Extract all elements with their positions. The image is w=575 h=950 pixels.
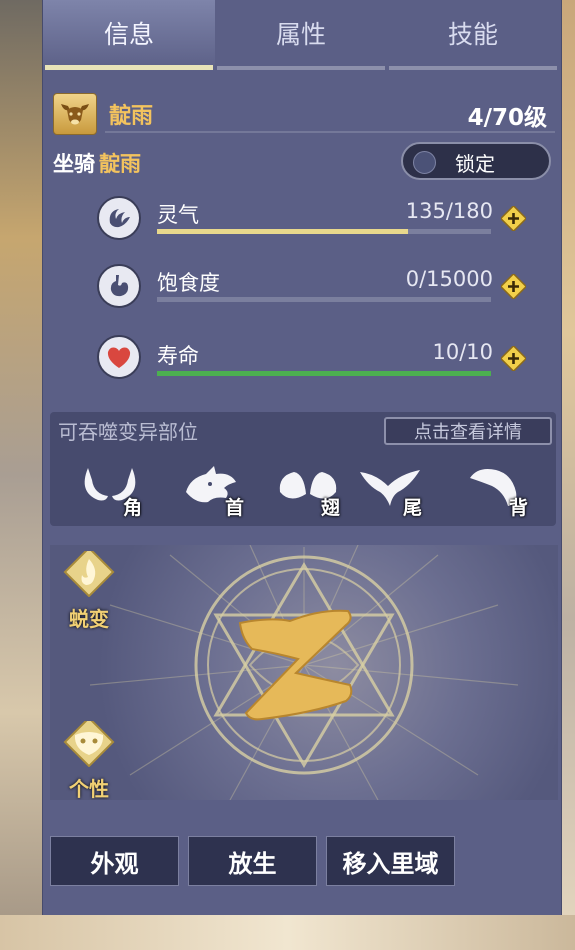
stat-lifespan-bar bbox=[157, 371, 491, 376]
add-spirit-button[interactable] bbox=[501, 206, 526, 231]
mount-row: 坐骑 靛雨 bbox=[53, 148, 141, 178]
part-horns[interactable]: 角 bbox=[78, 464, 148, 522]
tab-info-underline bbox=[45, 65, 213, 70]
header-divider bbox=[105, 131, 555, 133]
background-sky-left bbox=[0, 0, 42, 950]
personality-label: 个性 bbox=[69, 777, 109, 800]
tab-skills-label: 技能 bbox=[447, 20, 498, 49]
metamorph-display: 蜕变 个性 bbox=[50, 545, 558, 800]
stat-lifespan-label: 寿命 bbox=[157, 344, 199, 368]
tab-info[interactable]: 信息 bbox=[43, 0, 215, 72]
part-head[interactable]: 首 bbox=[180, 464, 250, 522]
tab-skills-underline bbox=[389, 66, 557, 70]
appearance-button[interactable]: 外观 bbox=[50, 836, 179, 886]
toggle-knob bbox=[413, 151, 436, 174]
bull-head-icon bbox=[53, 93, 97, 135]
part-wings[interactable]: 翅 bbox=[276, 464, 346, 522]
pet-name: 靛雨 bbox=[109, 104, 154, 129]
tab-bar: 信息 属性 技能 bbox=[43, 0, 561, 72]
part-head-label: 首 bbox=[224, 497, 244, 519]
stat-spirit-value: 135/180 bbox=[405, 199, 493, 223]
part-back[interactable]: 背 bbox=[464, 464, 534, 522]
metamorph-button[interactable]: 蜕变 bbox=[58, 546, 120, 632]
pet-info-panel: 信息 属性 技能 靛雨 4/70级 坐骑 靛雨 锁定 灵气 135/180 饱食… bbox=[42, 0, 562, 915]
personality-button[interactable]: 个性 bbox=[58, 716, 120, 800]
part-wings-label: 翅 bbox=[320, 497, 340, 519]
part-tail[interactable]: 尾 bbox=[358, 464, 428, 522]
mutation-parts-panel: 可吞噬变异部位 点击查看详情 角 首 翅 尾 背 bbox=[50, 412, 556, 526]
lock-toggle-label: 锁定 bbox=[455, 152, 495, 176]
mask-icon bbox=[63, 716, 115, 768]
pet-level: 4/70级 bbox=[467, 105, 547, 131]
metamorph-label: 蜕变 bbox=[69, 607, 109, 631]
move-to-inner-realm-button[interactable]: 移入里域 bbox=[326, 836, 455, 886]
tab-attributes-label: 属性 bbox=[275, 20, 326, 49]
stat-spirit-bar bbox=[157, 229, 491, 234]
stat-spirit-fill bbox=[157, 229, 408, 234]
rune-circle-emblem bbox=[89, 545, 519, 800]
lock-toggle[interactable]: 锁定 bbox=[401, 142, 551, 180]
part-tail-label: 尾 bbox=[402, 497, 422, 519]
add-lifespan-button[interactable] bbox=[501, 346, 526, 371]
tab-attributes-underline bbox=[217, 66, 385, 70]
parts-title: 可吞噬变异部位 bbox=[58, 420, 198, 444]
tab-attributes[interactable]: 属性 bbox=[215, 0, 387, 72]
tab-skills[interactable]: 技能 bbox=[387, 0, 559, 72]
stat-satiety-bar bbox=[157, 297, 491, 302]
stat-lifespan-fill bbox=[157, 371, 491, 376]
part-horns-label: 角 bbox=[122, 497, 142, 519]
background-sky-bottom bbox=[0, 915, 575, 950]
stat-lifespan-value: 10/10 bbox=[432, 340, 493, 364]
stat-spirit-label: 灵气 bbox=[157, 203, 199, 227]
add-satiety-button[interactable] bbox=[501, 274, 526, 299]
mount-label: 坐骑 bbox=[53, 152, 95, 176]
stomach-icon bbox=[97, 264, 141, 308]
part-back-label: 背 bbox=[508, 497, 528, 519]
stat-satiety-label: 饱食度 bbox=[157, 271, 220, 295]
flame-icon bbox=[63, 546, 115, 598]
release-button[interactable]: 放生 bbox=[188, 836, 317, 886]
mount-value: 靛雨 bbox=[99, 152, 141, 176]
tab-info-label: 信息 bbox=[103, 20, 154, 49]
stat-satiety-value: 0/15000 bbox=[405, 267, 493, 291]
heart-icon bbox=[97, 335, 141, 379]
background-sky-right bbox=[560, 0, 575, 950]
spirit-swirl-icon bbox=[97, 196, 141, 240]
view-details-button[interactable]: 点击查看详情 bbox=[384, 417, 552, 445]
